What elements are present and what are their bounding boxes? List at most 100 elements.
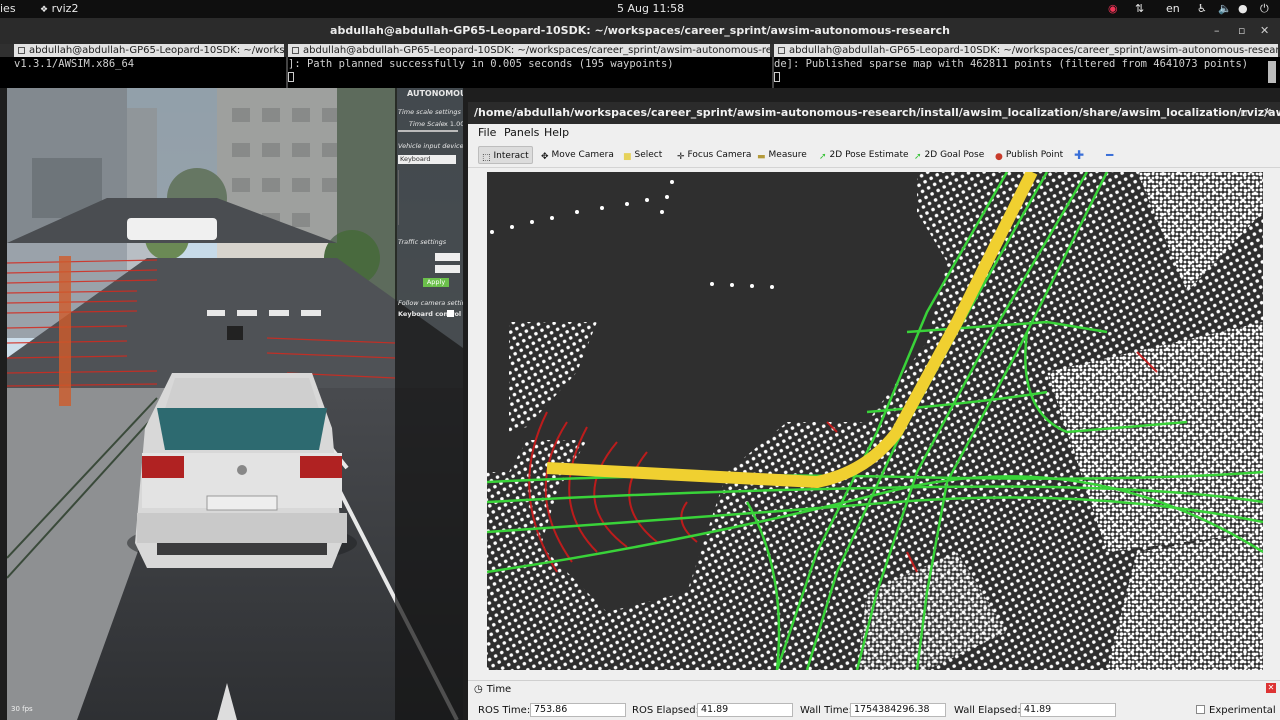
accessibility-icon[interactable]: ♿ [1197, 2, 1207, 15]
close-icon[interactable]: ✕ [1263, 102, 1272, 124]
app-name: rviz2 [51, 2, 79, 15]
clock[interactable]: 5 Aug 11:58 [617, 2, 684, 15]
fps-counter: 30 fps [11, 705, 33, 713]
microphone-icon[interactable]: ● [1238, 2, 1248, 15]
time-panel-title: ◷ Time [474, 684, 511, 695]
tab-icon [18, 47, 25, 54]
language-indicator[interactable]: en [1166, 2, 1180, 15]
terminal-scrollbar[interactable] [1268, 61, 1276, 83]
section-heading: Vehicle input device settings [398, 142, 463, 150]
move-camera-icon: ✥ [541, 152, 549, 162]
interact-icon: ⬚ [482, 153, 491, 163]
activities-button[interactable]: ies [0, 2, 16, 15]
tool-interact[interactable]: ⬚ Interact [478, 146, 533, 164]
network-icon[interactable]: ⇅ [1135, 2, 1144, 15]
rviz-window-title: /home/abdullah/workspaces/career_sprint/… [474, 106, 1280, 119]
clock-icon: ◷ [474, 684, 483, 695]
minimize-icon[interactable]: – [1218, 102, 1224, 124]
rviz-3d-viewport[interactable] [487, 172, 1263, 670]
ros-time-label: ROS Time: [478, 705, 531, 716]
terminal-tab[interactable]: abdullah@abdullah-GP65-Leopard-10SDK: ~/… [14, 44, 286, 57]
terminal-tab[interactable]: abdullah@abdullah-GP65-Leopard-10SDK: ~/… [288, 44, 772, 57]
terminal-panes: v1.3.1/AWSIM.x86_64 ]: Path planned succ… [0, 57, 1280, 88]
tool-measure[interactable]: ▬ Measure [754, 146, 810, 164]
volume-icon[interactable]: 🔈 [1218, 2, 1232, 15]
traffic-seed-input[interactable] [435, 265, 460, 273]
tool-label: Measure [768, 150, 807, 160]
time-panel: ◷ Time ✕ ROS Time: 753.86 ROS Elapsed: 41… [468, 680, 1280, 720]
rviz-window: /home/abdullah/workspaces/career_sprint/… [468, 102, 1280, 720]
status-icon[interactable]: ◉ [1108, 2, 1118, 15]
terminal-output: de]: Published sparse map with 462811 po… [774, 58, 1249, 70]
tab-label: abdullah@abdullah-GP65-Leopard-10SDK: ~/… [29, 45, 285, 56]
tool-2d-goal-pose[interactable]: ➚ 2D Goal Pose [911, 146, 987, 164]
keyboard-control-checkbox[interactable] [447, 310, 454, 317]
add-tool-button[interactable]: ✚ [1071, 146, 1087, 164]
tool-move-camera[interactable]: ✥ Move Camera [538, 146, 617, 164]
maximize-icon[interactable]: ▫ [1238, 18, 1245, 44]
menu-panels[interactable]: Panels [504, 126, 539, 139]
terminal-pane[interactable]: de]: Published sparse map with 462811 po… [774, 57, 1266, 88]
menu-help[interactable]: Help [544, 126, 569, 139]
tool-label: Publish Point [1005, 150, 1064, 160]
rviz-title-bar: /home/abdullah/workspaces/career_sprint/… [468, 102, 1280, 124]
awsim-settings-panel: AUTONOMOUS Time scale settings Time Scal… [395, 88, 463, 720]
tool-bar: ⬚ Interact ✥ Move Camera ■ Select ✛ Focus Ca… [468, 142, 1280, 168]
focus-camera-icon: ✛ [677, 152, 685, 162]
time-title-label: Time [486, 684, 512, 695]
close-panel-icon[interactable]: ✕ [1266, 683, 1276, 693]
apply-button[interactable]: Apply [423, 278, 449, 287]
wall-elapsed-label: Wall Elapsed: [954, 705, 1021, 716]
time-scale-label: Time Scale [409, 120, 445, 128]
tab-label: abdullah@abdullah-GP65-Leopard-10SDK: ~/… [789, 45, 1280, 56]
tab-label: abdullah@abdullah-GP65-Leopard-10SDK: ~/… [303, 45, 772, 56]
tab-icon [292, 47, 299, 54]
vehicle-status-list [398, 170, 460, 225]
select-icon: ■ [623, 152, 632, 162]
minimize-icon[interactable]: – [1214, 18, 1220, 44]
experimental-checkbox[interactable]: Experimental [1196, 705, 1276, 716]
panel-title: AUTONOMOUS [407, 89, 463, 98]
tool-2d-pose-estimate[interactable]: ➚ 2D Pose Estimate [816, 146, 912, 164]
ros-elapsed-field[interactable]: 41.89 [697, 703, 793, 717]
section-heading: Time scale settings [398, 108, 461, 116]
experimental-label: Experimental [1209, 705, 1276, 716]
tool-focus-camera[interactable]: ✛ Focus Camera [674, 146, 754, 164]
tool-publish-point[interactable]: ● Publish Point [992, 146, 1066, 164]
goal-pose-icon: ➚ [914, 152, 922, 162]
wall-time-field[interactable]: 1754384296.38 [850, 703, 946, 717]
terminal-pane[interactable]: v1.3.1/AWSIM.x86_64 [14, 57, 288, 88]
measure-icon: ▬ [757, 152, 766, 162]
checkbox-box [1196, 705, 1205, 714]
time-scale-slider[interactable] [398, 130, 458, 132]
wall-time-label: Wall Time: [800, 705, 852, 716]
map-visualization [487, 172, 1263, 670]
terminal-tab[interactable]: abdullah@abdullah-GP65-Leopard-10SDK: ~/… [774, 44, 1280, 57]
plus-icon: ✚ [1074, 148, 1085, 162]
close-icon[interactable]: ✕ [1260, 18, 1269, 44]
wall-elapsed-field[interactable]: 41.89 [1020, 703, 1116, 717]
menu-file[interactable]: File [478, 126, 496, 139]
tool-select[interactable]: ■ Select [620, 146, 665, 164]
tool-label: Move Camera [551, 150, 614, 160]
awsim-simulator-view[interactable]: AUTONOMOUS Time scale settings Time Scal… [7, 88, 463, 720]
rviz-app-icon: ❖ [40, 5, 49, 15]
section-heading: Traffic settings [398, 238, 447, 246]
map-pin-icon: ● [995, 152, 1003, 162]
maximize-icon[interactable]: ▫ [1240, 102, 1247, 124]
input-device-select[interactable]: Keyboard [398, 155, 456, 164]
tool-label: Focus Camera [687, 150, 752, 160]
remove-tool-button[interactable]: ━ [1103, 146, 1116, 164]
ros-elapsed-label: ROS Elapsed: [632, 705, 699, 716]
tool-label: 2D Pose Estimate [829, 150, 909, 160]
terminal-output: ]: Path planned successfully in 0.005 se… [288, 58, 674, 70]
terminal-title-bar: abdullah@abdullah-GP65-Leopard-10SDK: ~/… [0, 18, 1280, 44]
power-icon[interactable]: ⏻ [1260, 2, 1269, 16]
app-menu[interactable]: ❖ rviz2 [40, 2, 78, 15]
terminal-tab-bar: abdullah@abdullah-GP65-Leopard-10SDK: ~/… [0, 44, 1280, 57]
terminal-pane[interactable]: ]: Path planned successfully in 0.005 se… [288, 57, 774, 88]
system-top-bar: ies ❖ rviz2 5 Aug 11:58 ◉ ⇅ en ♿ 🔈 ● ⏻ [0, 0, 1280, 18]
pose-estimate-icon: ➚ [819, 152, 827, 162]
ros-time-field[interactable]: 753.86 [530, 703, 626, 717]
traffic-count-input[interactable] [435, 253, 460, 261]
